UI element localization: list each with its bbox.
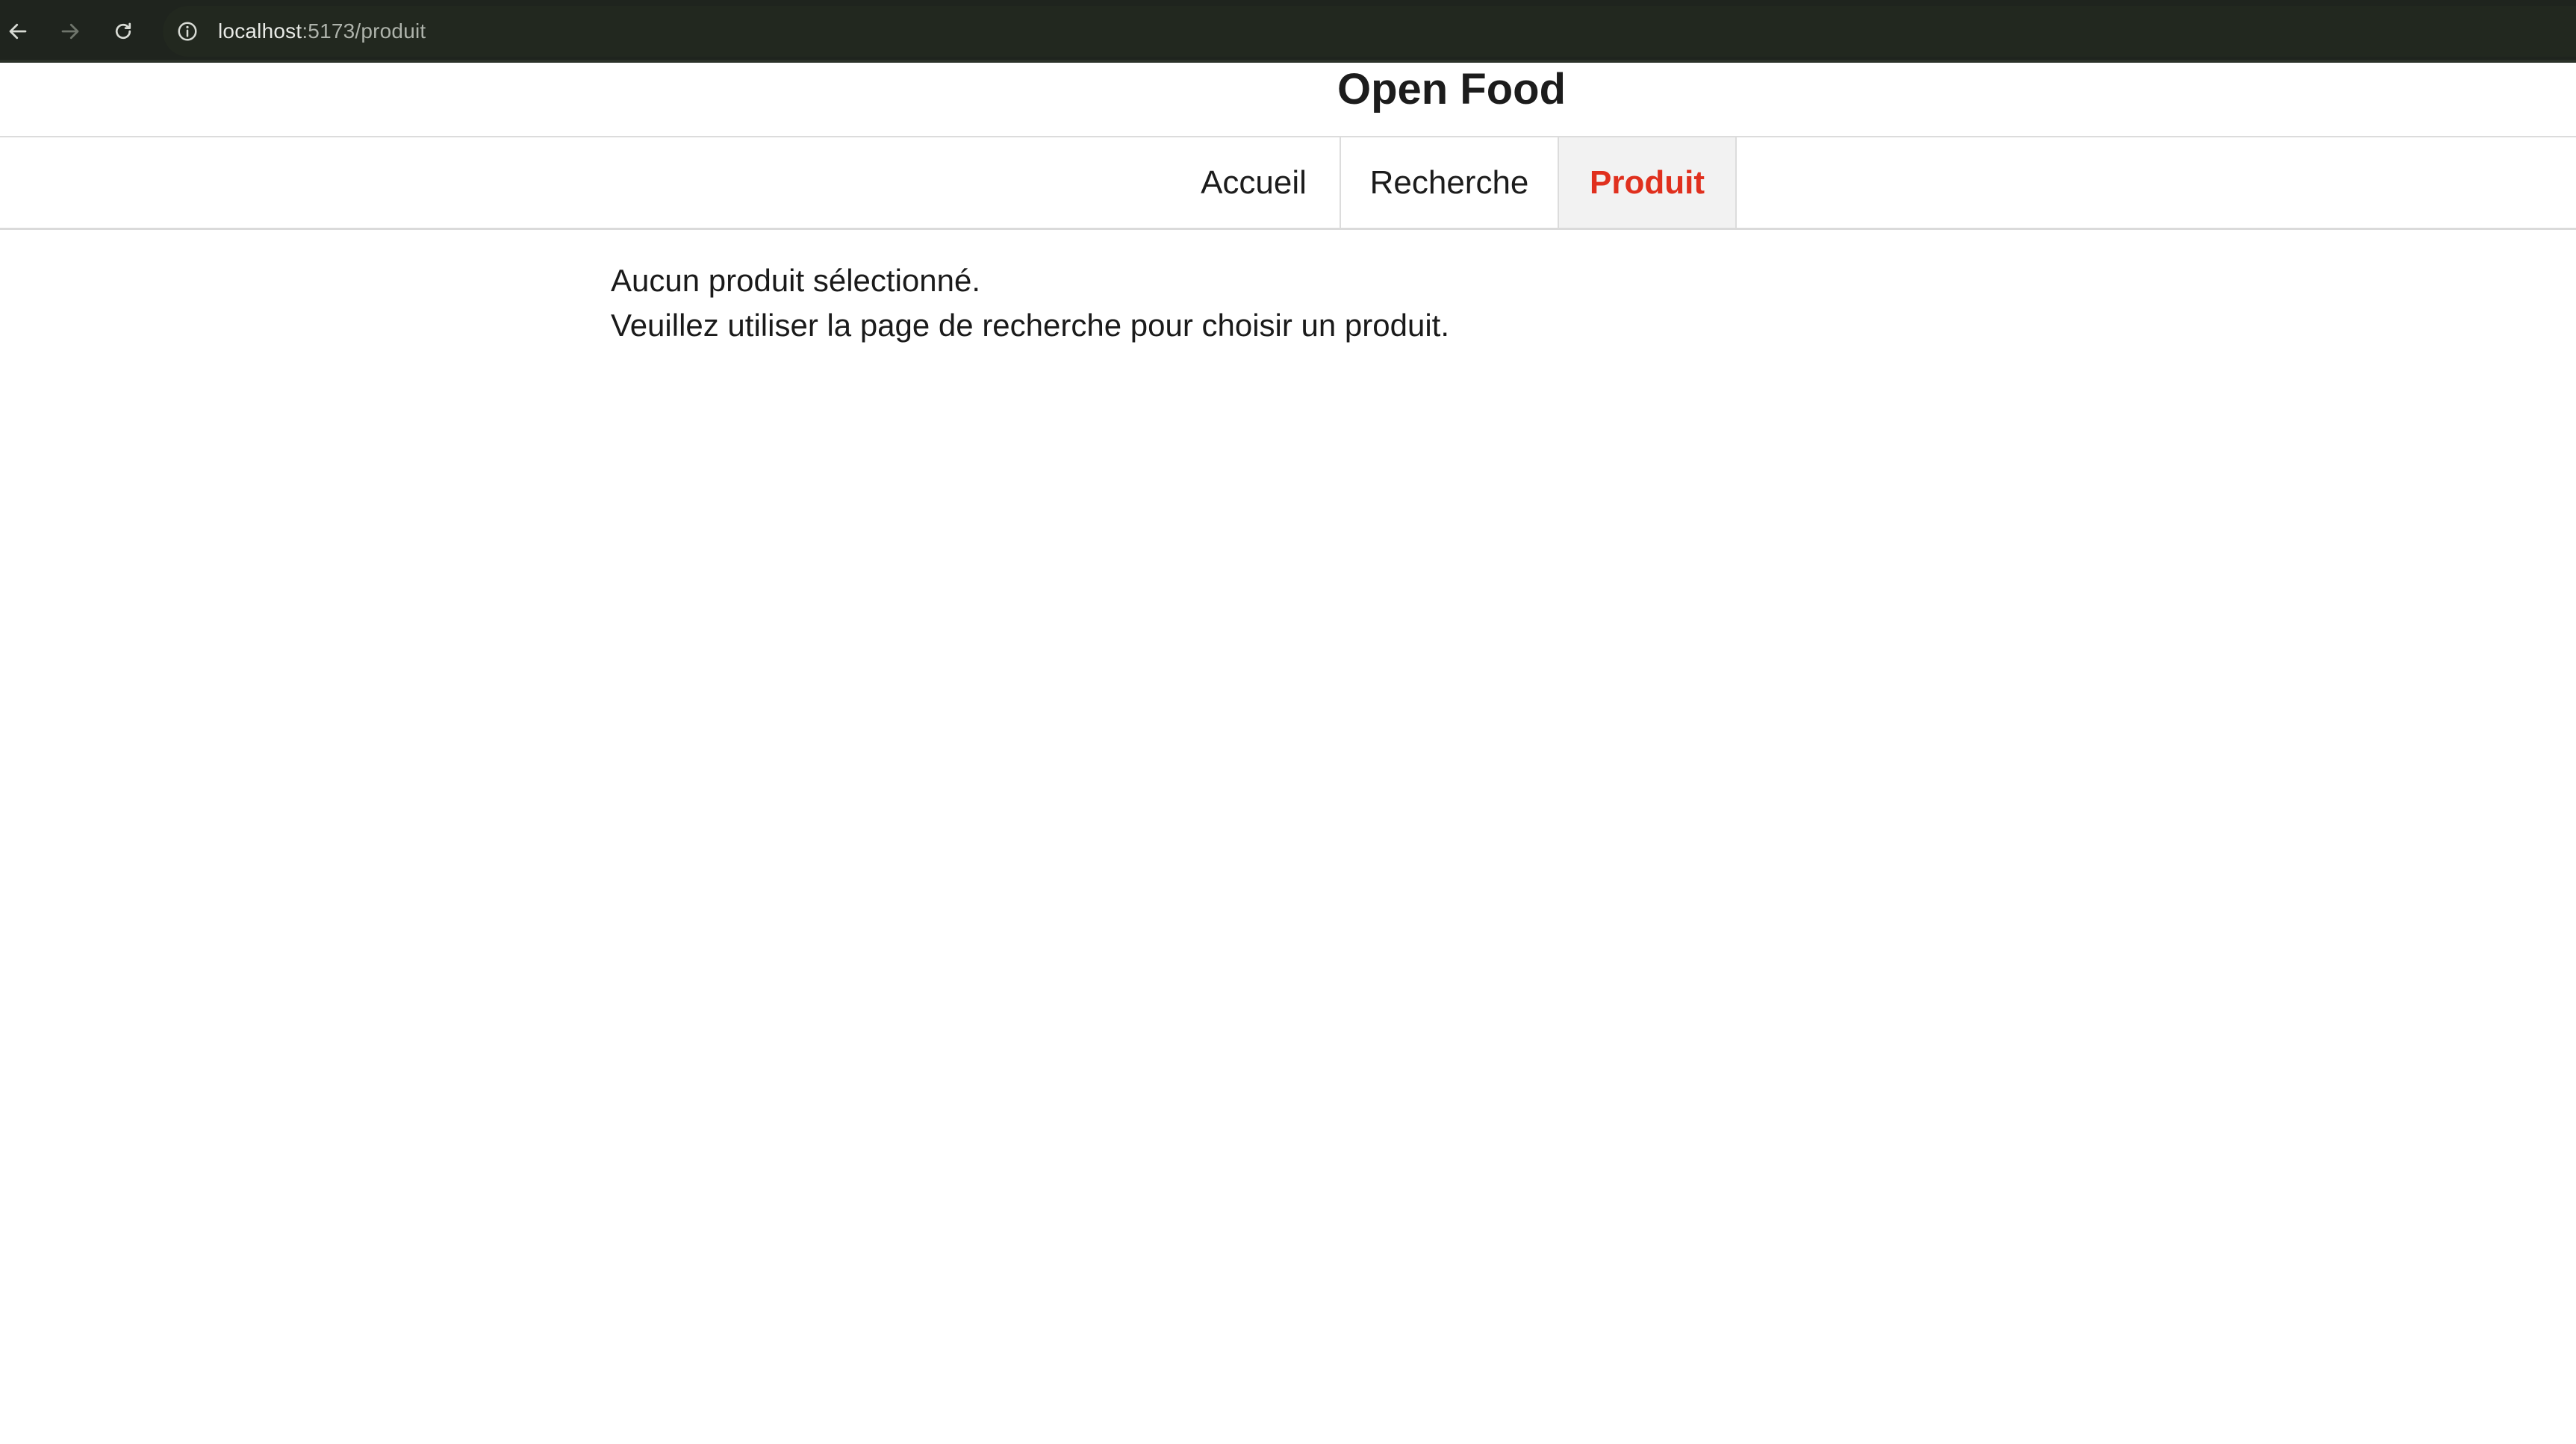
site-header: Open Food [0, 63, 2576, 137]
browser-toolbar: localhost:5173/produit [0, 0, 2576, 63]
back-button[interactable] [0, 10, 39, 52]
url-path: :5173/produit [302, 19, 426, 43]
site-title: Open Food [1337, 65, 1567, 113]
arrow-right-icon [61, 23, 79, 40]
tab-produit[interactable]: Produit [1558, 137, 1737, 228]
search-hint-message: Veuillez utiliser la page de recherche p… [611, 308, 1449, 343]
tab-recherche[interactable]: Recherche [1340, 137, 1558, 228]
url-text[interactable]: localhost:5173/produit [218, 6, 426, 57]
url-host: localhost [218, 19, 302, 43]
main-nav: Accueil Recherche Produit [0, 137, 2576, 230]
arrow-left-icon [9, 23, 27, 40]
tab-accueil[interactable]: Accueil [1168, 137, 1340, 228]
info-icon[interactable] [176, 20, 199, 43]
main-content: Aucun produit sélectionné. Veuillez util… [611, 258, 1805, 348]
reload-icon [115, 22, 131, 40]
address-bar[interactable]: localhost:5173/produit [163, 6, 2576, 57]
forward-button[interactable] [49, 10, 91, 52]
no-product-message: Aucun produit sélectionné. [611, 263, 980, 298]
reload-button[interactable] [102, 10, 144, 52]
